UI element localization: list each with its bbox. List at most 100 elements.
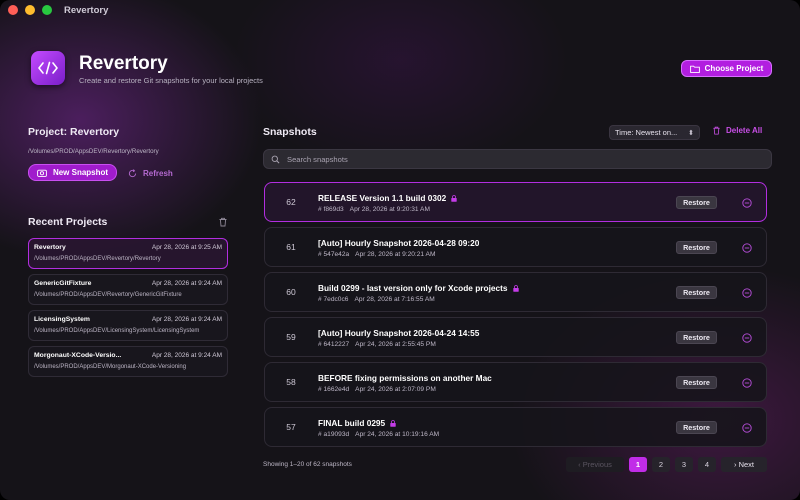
page-button-2[interactable]: 2 — [652, 457, 670, 472]
folder-icon — [689, 65, 700, 73]
snapshot-title-wrap: BEFORE fixing permissions on another Mac — [318, 373, 492, 383]
snapshot-number: 59 — [286, 332, 296, 342]
delete-snapshot-icon[interactable] — [742, 378, 752, 388]
snapshot-row[interactable]: 60 Build 0299 - last version only for Xc… — [264, 272, 767, 312]
app-subtitle: Create and restore Git snapshots for you… — [79, 76, 263, 85]
snapshot-date: Apr 28, 2026 at 7:16:55 AM — [354, 296, 435, 303]
app-name: Revertory — [79, 53, 168, 74]
choose-project-button[interactable]: Choose Project — [681, 60, 772, 77]
new-snapshot-button[interactable]: New Snapshot — [28, 164, 117, 181]
snapshot-hash: # 1662e4d — [318, 386, 350, 393]
snapshot-date: Apr 24, 2026 at 2:55:45 PM — [355, 341, 436, 348]
snapshot-title-wrap: [Auto] Hourly Snapshot 2026-04-24 14:55 — [318, 328, 479, 338]
window-title: Revertory — [64, 4, 109, 16]
snapshot-meta: # a19093d Apr 24, 2026 at 10:19:16 AM — [318, 431, 439, 438]
snapshot-hash: # a19093d — [318, 431, 350, 438]
snapshot-row[interactable]: 61 [Auto] Hourly Snapshot 2026-04-28 09:… — [264, 227, 767, 267]
snapshot-title: BEFORE fixing permissions on another Mac — [318, 373, 492, 383]
next-page-button[interactable]: › Next — [721, 457, 767, 472]
recent-project-name: Revertory — [34, 244, 66, 251]
page-button-4[interactable]: 4 — [698, 457, 716, 472]
restore-button[interactable]: Restore — [676, 286, 717, 299]
delete-snapshot-icon[interactable] — [742, 198, 752, 208]
snapshot-list: 62 RELEASE Version 1.1 build 0302 # f869… — [264, 182, 767, 452]
snapshot-meta: # 7edc0c6 Apr 28, 2026 at 7:16:55 AM — [318, 296, 435, 303]
snapshot-row[interactable]: 62 RELEASE Version 1.1 build 0302 # f869… — [264, 182, 767, 222]
recent-project-name: GenericGitFixture — [34, 280, 92, 287]
snapshot-number: 61 — [286, 242, 296, 252]
delete-all-button[interactable]: Delete All — [712, 126, 762, 135]
delete-snapshot-icon[interactable] — [742, 243, 752, 253]
snapshot-hash: # f869d3 — [318, 206, 344, 213]
recent-project-path: /Volumes/PROD/AppsDEV/Revertory/GenericG… — [34, 292, 182, 298]
snapshot-title-wrap: FINAL build 0295 — [318, 418, 396, 428]
snapshot-title: [Auto] Hourly Snapshot 2026-04-28 09:20 — [318, 238, 480, 248]
lock-icon — [451, 194, 457, 202]
recent-project-item[interactable]: Revertory Apr 28, 2026 at 9:25 AM /Volum… — [28, 238, 228, 269]
close-window-button[interactable] — [8, 5, 18, 15]
sort-order-select[interactable]: Time: Newest on... ⬍ — [609, 125, 700, 140]
snapshot-meta: # 547e42a Apr 28, 2026 at 9:20:21 AM — [318, 251, 435, 258]
refresh-icon — [128, 168, 137, 177]
snapshots-title: Snapshots — [263, 126, 317, 138]
search-icon — [271, 155, 280, 163]
delete-snapshot-icon[interactable] — [742, 288, 752, 298]
restore-button[interactable]: Restore — [676, 421, 717, 434]
recent-project-path: /Volumes/PROD/AppsDEV/Morgonaut-XCode-Ve… — [34, 364, 187, 370]
restore-button[interactable]: Restore — [676, 196, 717, 209]
recent-project-date: Apr 28, 2026 at 9:24 AM — [151, 280, 222, 287]
snapshot-date: Apr 24, 2026 at 10:19:16 AM — [355, 431, 440, 438]
snapshot-date: Apr 24, 2026 at 2:07:09 PM — [355, 386, 436, 393]
recent-project-path: /Volumes/PROD/AppsDEV/LicensingSystem/Li… — [34, 328, 200, 334]
recent-project-item[interactable]: Morgonaut-XCode-Versio... Apr 28, 2026 a… — [28, 346, 228, 377]
project-title: Project: Revertory — [28, 126, 120, 138]
next-page-label: Next — [738, 460, 754, 469]
search-input[interactable] — [287, 154, 747, 164]
delete-snapshot-icon[interactable] — [742, 333, 752, 343]
minimize-window-button[interactable] — [25, 5, 35, 15]
recent-project-date: Apr 28, 2026 at 9:25 AM — [151, 244, 222, 251]
page-button-1[interactable]: 1 — [629, 457, 647, 472]
project-path: /Volumes/PROD/AppsDEV/Revertory/Revertor… — [28, 148, 159, 155]
sort-order-value: Time: Newest on... — [615, 128, 678, 137]
snapshot-title-wrap: RELEASE Version 1.1 build 0302 — [318, 193, 457, 203]
restore-button[interactable]: Restore — [676, 331, 717, 344]
snapshot-meta: # 1662e4d Apr 24, 2026 at 2:07:09 PM — [318, 386, 436, 393]
clear-recent-trash-icon[interactable] — [218, 217, 228, 227]
recent-projects-list: Revertory Apr 28, 2026 at 9:25 AM /Volum… — [28, 238, 228, 382]
chevron-updown-icon: ⬍ — [688, 130, 694, 137]
refresh-button[interactable]: Refresh — [128, 166, 173, 180]
recent-project-item[interactable]: LicensingSystem Apr 28, 2026 at 9:24 AM … — [28, 310, 228, 341]
snapshot-title: FINAL build 0295 — [318, 418, 386, 428]
camera-icon — [37, 169, 47, 177]
previous-page-label: Previous — [582, 460, 612, 469]
snapshot-number: 62 — [286, 197, 296, 207]
recent-project-name: Morgonaut-XCode-Versio... — [34, 352, 122, 359]
choose-project-label: Choose Project — [704, 64, 764, 73]
recent-projects-title: Recent Projects — [28, 216, 108, 228]
zoom-window-button[interactable] — [42, 5, 52, 15]
snapshot-row[interactable]: 58 BEFORE fixing permissions on another … — [264, 362, 767, 402]
recent-project-path: /Volumes/PROD/AppsDEV/Revertory/Revertor… — [34, 256, 161, 262]
snapshot-number: 57 — [286, 422, 296, 432]
restore-button[interactable]: Restore — [676, 241, 717, 254]
code-brackets-icon — [38, 61, 58, 75]
lock-icon — [512, 284, 519, 292]
snapshot-date: Apr 28, 2026 at 9:20:31 AM — [349, 206, 430, 213]
snapshot-number: 58 — [286, 377, 296, 387]
recent-project-date: Apr 28, 2026 at 9:24 AM — [151, 316, 222, 323]
previous-page-button[interactable]: ‹ Previous — [566, 457, 624, 472]
search-bar — [263, 149, 772, 169]
snapshot-number: 60 — [286, 287, 296, 297]
page-button-3[interactable]: 3 — [675, 457, 693, 472]
delete-snapshot-icon[interactable] — [742, 423, 752, 433]
snapshot-row[interactable]: 57 FINAL build 0295 # a19093d Apr 24, 202… — [264, 407, 767, 447]
app-window: Revertory Revertory Create and restore G… — [0, 0, 800, 500]
restore-button[interactable]: Restore — [676, 376, 717, 389]
snapshot-row[interactable]: 59 [Auto] Hourly Snapshot 2026-04-24 14:… — [264, 317, 767, 357]
recent-project-item[interactable]: GenericGitFixture Apr 28, 2026 at 9:24 A… — [28, 274, 228, 305]
snapshot-meta: # f869d3 Apr 28, 2026 at 9:20:31 AM — [318, 206, 430, 213]
window-controls — [8, 5, 52, 15]
snapshot-title: [Auto] Hourly Snapshot 2026-04-24 14:55 — [318, 328, 480, 338]
snapshot-hash: # 7edc0c6 — [318, 296, 349, 303]
